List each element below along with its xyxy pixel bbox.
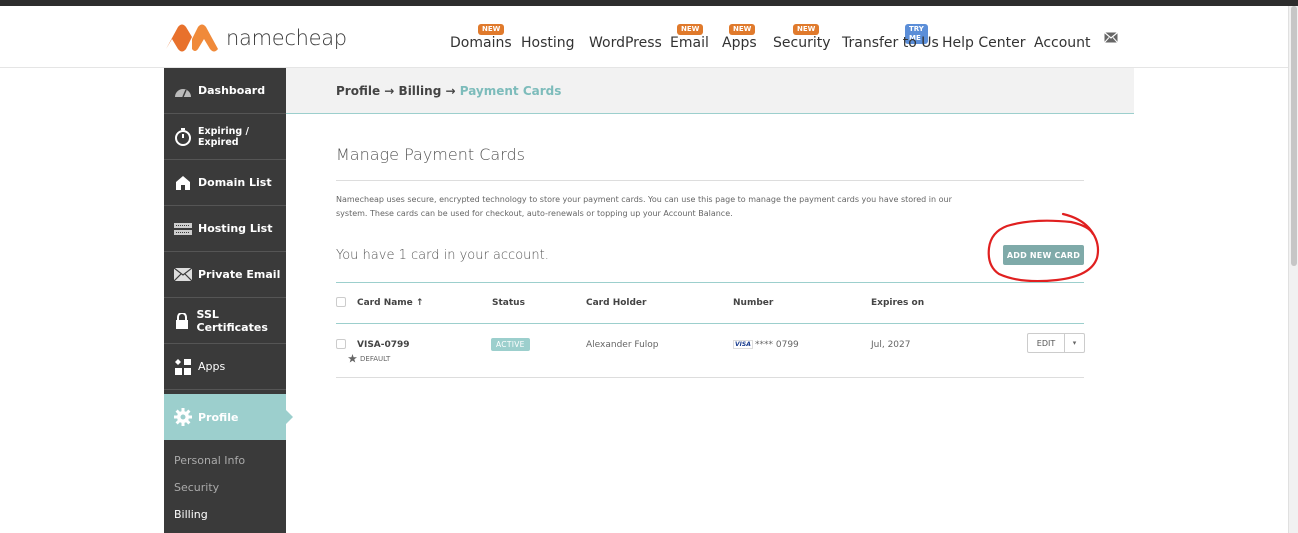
nav-help-center[interactable]: Help Center <box>942 35 1026 51</box>
divider <box>336 377 1084 378</box>
sidebar-sub-billing[interactable]: Billing <box>174 508 208 521</box>
breadcrumb: Profile → Billing → Payment Cards <box>336 84 561 98</box>
server-icon <box>174 220 192 238</box>
breadcrumb-current: Payment Cards <box>459 84 562 98</box>
sidebar-item-label: SSL Certificates <box>196 307 268 334</box>
sidebar-item-ssl[interactable]: SSL Certificates <box>164 298 286 344</box>
breadcrumb-billing[interactable]: Billing <box>399 84 442 98</box>
page-title: Manage Payment Cards <box>336 145 525 164</box>
nav-account[interactable]: Account <box>1034 35 1091 51</box>
nav-hosting[interactable]: Hosting <box>521 35 575 51</box>
breadcrumb-profile[interactable]: Profile <box>336 84 380 98</box>
card-count-text: You have 1 card in your account. <box>336 248 549 263</box>
sidebar-item-apps[interactable]: Apps <box>164 344 286 390</box>
divider <box>336 180 1084 181</box>
sidebar-item-label: Apps <box>198 360 226 373</box>
add-new-card-button[interactable]: ADD NEW CARD <box>1003 245 1084 265</box>
card-name: VISA-0799 <box>357 340 410 350</box>
nav-domains[interactable]: Domains <box>450 35 512 51</box>
sidebar-item-profile[interactable]: Profile <box>164 394 293 440</box>
sidebar-item-label: Profile <box>198 410 239 424</box>
sidebar-item-expiring[interactable]: Expiring / Expired <box>164 114 286 160</box>
sidebar-item-label: Domain List <box>198 176 272 189</box>
house-icon <box>174 174 192 192</box>
sidebar-item-label: Dashboard <box>198 84 266 97</box>
speedometer-icon <box>174 82 192 100</box>
default-label: DEFAULT <box>360 354 391 363</box>
chevron-down-icon[interactable]: ▾ <box>1065 333 1085 353</box>
sidebar-item-dashboard[interactable]: Dashboard <box>164 68 286 114</box>
col-header-number: Number <box>733 298 774 308</box>
nav-badge-domains: NEW <box>478 24 505 35</box>
breadcrumb-separator: → <box>445 84 456 98</box>
nav-badge-security: NEW <box>793 24 820 35</box>
page-scrollbar[interactable] <box>1288 6 1298 533</box>
select-all-checkbox[interactable] <box>336 297 346 307</box>
sidebar-item-private-email[interactable]: Private Email <box>164 252 286 298</box>
nav-transfer[interactable]: Transfer to Us <box>842 35 939 51</box>
status-badge: ACTIVE <box>491 338 530 351</box>
sidebar-item-hosting-list[interactable]: Hosting List <box>164 206 286 252</box>
breadcrumb-bar: Profile → Billing → Payment Cards <box>286 68 1134 114</box>
col-header-expires: Expires on <box>871 298 925 308</box>
nav-email[interactable]: Email <box>670 35 709 51</box>
nav-security[interactable]: Security <box>773 35 831 51</box>
card-holder: Alexander Fulop <box>586 340 659 350</box>
apps-icon <box>174 358 192 376</box>
sidebar: Dashboard Expiring / Expired Domain List… <box>164 68 293 533</box>
col-header-card-holder: Card Holder <box>586 298 647 308</box>
default-tag: DEFAULT <box>348 354 390 363</box>
col-header-status: Status <box>492 298 525 308</box>
page-description: Namecheap uses secure, encrypted technol… <box>336 195 952 218</box>
gear-icon <box>174 408 192 426</box>
envelope-icon <box>174 266 192 284</box>
edit-button[interactable]: EDIT <box>1027 333 1065 353</box>
timer-icon <box>174 127 192 146</box>
lock-icon <box>174 312 191 330</box>
card-number: **** 0799 <box>755 340 799 350</box>
brand-name: namecheap <box>226 26 347 50</box>
edit-button-group: EDIT ▾ <box>1027 333 1085 353</box>
divider <box>336 323 1084 324</box>
nav-badge-email: NEW <box>677 24 704 35</box>
visa-icon: VISA <box>733 340 753 349</box>
envelope-icon[interactable] <box>1104 32 1118 43</box>
sidebar-item-domain-list[interactable]: Domain List <box>164 160 286 206</box>
breadcrumb-separator: → <box>384 84 395 98</box>
namecheap-logo-icon <box>166 24 218 52</box>
row-checkbox[interactable] <box>336 339 346 349</box>
scrollbar-thumb[interactable] <box>1291 6 1297 266</box>
sidebar-sub-security[interactable]: Security <box>174 481 219 494</box>
col-header-card-name[interactable]: Card Name ↑ <box>357 298 423 308</box>
nav-badge-apps: NEW <box>729 24 756 35</box>
nav-wordpress[interactable]: WordPress <box>589 35 662 51</box>
divider <box>336 282 1084 283</box>
sidebar-item-label: Hosting List <box>198 222 273 235</box>
card-expiry: Jul, 2027 <box>871 340 911 350</box>
sidebar-item-label: Private Email <box>198 268 281 281</box>
nav-apps[interactable]: Apps <box>722 35 757 51</box>
star-icon <box>348 354 357 363</box>
sidebar-item-label: Expiring / Expired <box>198 125 249 148</box>
site-header: namecheap NEW Domains Hosting WordPress … <box>0 6 1288 68</box>
brand-logo[interactable]: namecheap <box>164 23 347 53</box>
sidebar-sub-personal-info[interactable]: Personal Info <box>174 454 245 467</box>
